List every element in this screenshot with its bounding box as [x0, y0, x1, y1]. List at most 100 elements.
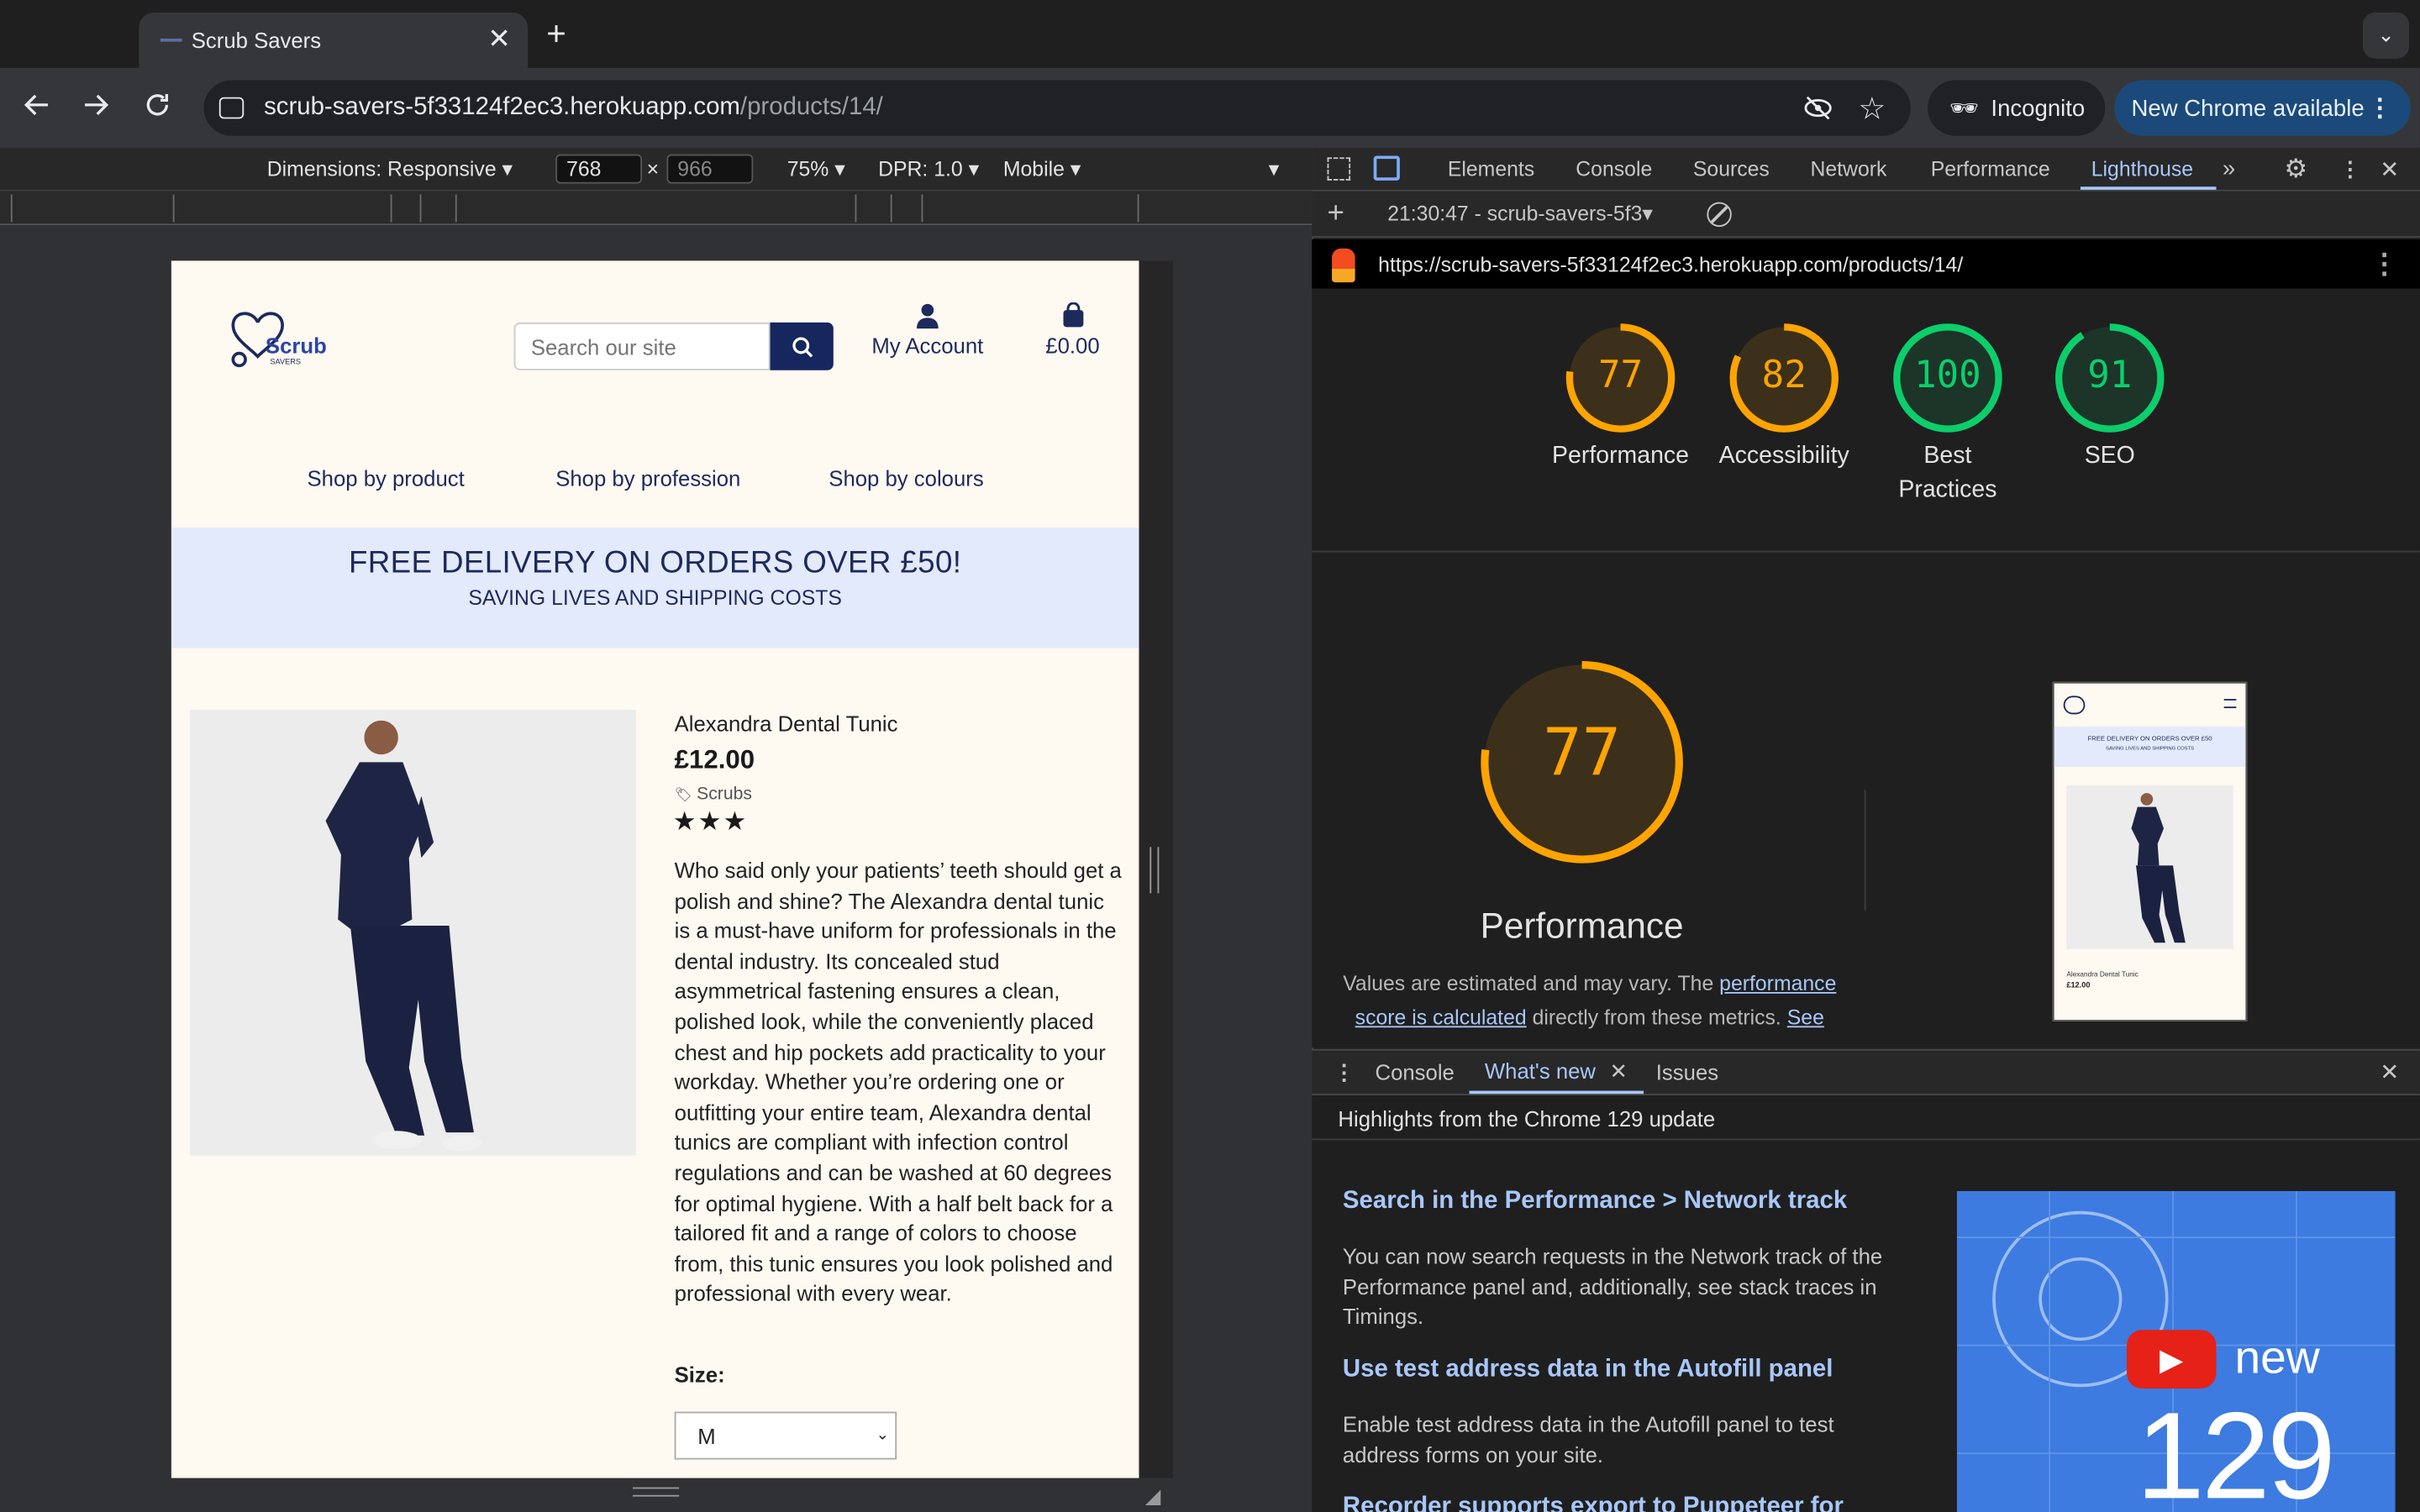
- browser-tab[interactable]: Scrub Savers ✕: [139, 12, 529, 68]
- video-version-label: 129: [2135, 1387, 2336, 1512]
- tab-active-underline: [2080, 186, 2217, 190]
- new-chrome-button[interactable]: New Chrome available ⋮: [2114, 80, 2411, 136]
- tab-search-icon[interactable]: ⌄: [2362, 12, 2410, 59]
- back-icon[interactable]: [24, 91, 51, 118]
- nav-shop-by-profession[interactable]: Shop by profession: [555, 466, 740, 491]
- delivery-banner: FREE DELIVERY ON ORDERS OVER £50! SAVING…: [171, 528, 1139, 648]
- more-tabs-icon[interactable]: »: [2223, 156, 2235, 182]
- tab-network[interactable]: Network: [1810, 157, 1886, 181]
- nav-shop-by-product[interactable]: Shop by product: [308, 466, 465, 491]
- clear-icon[interactable]: [1707, 201, 1732, 227]
- model-figure: [325, 720, 482, 1152]
- width-input[interactable]: 768: [555, 154, 643, 184]
- score-gauge-accessibility[interactable]: 82 Accessibility: [1699, 323, 1869, 474]
- drawer-tab-whats-new[interactable]: What's new ✕: [1469, 1051, 1644, 1095]
- thumb-banner: FREE DELIVERY ON ORDERS OVER £50 SAVING …: [2054, 727, 2246, 767]
- product-image[interactable]: [189, 709, 636, 1156]
- product-price: £12.00: [674, 745, 755, 775]
- new-tab-icon[interactable]: +: [546, 14, 566, 55]
- new-report-icon[interactable]: +: [1328, 197, 1344, 230]
- whats-new-item-title[interactable]: Use test address data in the Autofill pa…: [1343, 1356, 1833, 1383]
- whats-new-video-thumbnail[interactable]: ▶ new 129: [1956, 1190, 2396, 1512]
- whats-new-heading: Highlights from the Chrome 129 update: [1338, 1105, 1716, 1131]
- report-url[interactable]: https://scrub-savers-5f33124f2ec3.heroku…: [1378, 252, 1963, 276]
- basket-link[interactable]: £0.00: [1035, 302, 1109, 358]
- eye-off-icon[interactable]: [1802, 92, 1833, 123]
- zoom-select[interactable]: 75% ▾: [787, 156, 845, 181]
- dpr-select[interactable]: DPR: 1.0 ▾: [878, 156, 979, 181]
- thumb-product-name: Alexandra Dental Tunic: [2066, 970, 2139, 979]
- drawer-tab-console[interactable]: Console: [1375, 1060, 1454, 1084]
- address-bar[interactable]: scrub-savers-5f33124f2ec3.herokuapp.com/…: [203, 80, 1911, 136]
- dimensions-select[interactable]: Dimensions: Responsive ▾: [267, 156, 513, 181]
- inspect-element-icon[interactable]: [1327, 157, 1351, 181]
- close-drawer-icon[interactable]: ✕: [2380, 1058, 2399, 1086]
- gauge-ring: 100: [1892, 323, 2003, 433]
- reload-icon[interactable]: [144, 91, 171, 118]
- media-query-ruler[interactable]: [0, 191, 1313, 226]
- score-gauge-best-practices[interactable]: 100 Best Practices: [1863, 323, 2033, 507]
- report-select[interactable]: 21:30:47 - scrub-savers-5f3▾: [1387, 202, 1653, 226]
- bookmark-star-icon[interactable]: ☆: [1859, 90, 1886, 129]
- resize-corner-icon[interactable]: ◢: [1145, 1484, 1160, 1509]
- product-description: Who said only your patients’ teeth shoul…: [674, 858, 1122, 1306]
- estimate-tail: directly from these metrics.: [1532, 1005, 1781, 1030]
- gauges-divider: [1312, 550, 2420, 553]
- more-menu-icon[interactable]: ⋮: [2367, 92, 2391, 123]
- gauge-score: 91: [2087, 353, 2133, 397]
- drawer-menu-icon[interactable]: ⋮: [1334, 1059, 1355, 1085]
- thumb-image: [2066, 785, 2233, 949]
- score-gauge-seo[interactable]: 91 SEO: [2025, 323, 2195, 474]
- close-whats-new-icon[interactable]: ✕: [1610, 1058, 1628, 1084]
- forward-icon[interactable]: [82, 91, 109, 118]
- resize-handle-right[interactable]: [1150, 847, 1160, 894]
- search-form: [513, 322, 834, 370]
- device-toggle-icon[interactable]: [1373, 155, 1400, 181]
- gauge-ring: 82: [1728, 323, 1839, 433]
- final-screenshot-thumbnail[interactable]: FREE DELIVERY ON ORDERS OVER £50 SAVING …: [2052, 681, 2248, 1021]
- tab-lighthouse[interactable]: Lighthouse: [2091, 157, 2193, 181]
- gauge-score: 82: [1761, 353, 1807, 397]
- my-account-link[interactable]: My Account: [867, 302, 987, 358]
- tab-sources[interactable]: Sources: [1693, 157, 1770, 181]
- more-options-icon[interactable]: ▾: [1269, 156, 1279, 181]
- report-menu-icon[interactable]: ⋮: [2370, 248, 2398, 281]
- site-info-icon[interactable]: [218, 97, 245, 119]
- lighthouse-report: 77 Performance 82 Accessibility 100 Best Prac…: [1312, 288, 2420, 1048]
- search-input[interactable]: [513, 322, 771, 370]
- height-input[interactable]: 966: [666, 154, 754, 184]
- close-tab-icon[interactable]: ✕: [487, 24, 511, 56]
- close-devtools-icon[interactable]: ✕: [2380, 155, 2399, 182]
- gauge-score: 100: [1914, 353, 1981, 397]
- tab-title: Scrub Savers: [191, 28, 322, 53]
- big-score-value: 77: [1543, 714, 1622, 790]
- score-gauge-performance[interactable]: 77 Performance: [1536, 323, 1706, 474]
- whats-new-item-body: Enable test address data in the Autofill…: [1342, 1411, 1834, 1467]
- size-select[interactable]: M ⌄: [674, 1411, 897, 1460]
- drawer-tab-issues[interactable]: Issues: [1656, 1060, 1718, 1084]
- device-type-select[interactable]: Mobile ▾: [1003, 156, 1081, 181]
- gauge-label: Performance: [1552, 443, 1690, 470]
- see-calculator-link[interactable]: See: [1787, 1006, 1824, 1030]
- tab-console[interactable]: Console: [1576, 157, 1652, 181]
- tab-performance[interactable]: Performance: [1931, 157, 2050, 181]
- incognito-indicator[interactable]: 🕶 Incognito: [1928, 80, 2106, 136]
- size-value: M: [697, 1423, 716, 1448]
- resize-handle-bottom[interactable]: [633, 1487, 680, 1497]
- site-logo[interactable]: Scrub SAVERS: [227, 304, 327, 372]
- gauge-ring: 77: [1565, 323, 1676, 433]
- devtools-menu-icon[interactable]: ⋮: [2339, 156, 2360, 181]
- score-explanation: Values are estimated and may vary. The p…: [1343, 968, 1837, 1036]
- search-button[interactable]: [770, 322, 834, 370]
- tab-elements[interactable]: Elements: [1448, 157, 1534, 181]
- rating-stars: ★★★: [672, 806, 749, 837]
- settings-gear-icon[interactable]: ⚙: [2284, 154, 2307, 185]
- product-page: Scrub SAVERS My Account £0.00 Shop by pr…: [171, 260, 1139, 1478]
- url-host: scrub-savers-5f33124f2ec3.herokuapp.com: [264, 94, 740, 121]
- whats-new-item-title[interactable]: Search in the Performance > Network trac…: [1343, 1188, 1847, 1215]
- banner-title: FREE DELIVERY ON ORDERS OVER £50!: [348, 546, 962, 580]
- nav-shop-by-colours[interactable]: Shop by colours: [829, 466, 983, 491]
- whats-new-item-title[interactable]: Recorder supports export to Puppeteer fo…: [1343, 1494, 1844, 1512]
- product-category-link[interactable]: 🏷 Scrubs: [675, 785, 752, 804]
- play-button-icon[interactable]: ▶: [2126, 1330, 2217, 1389]
